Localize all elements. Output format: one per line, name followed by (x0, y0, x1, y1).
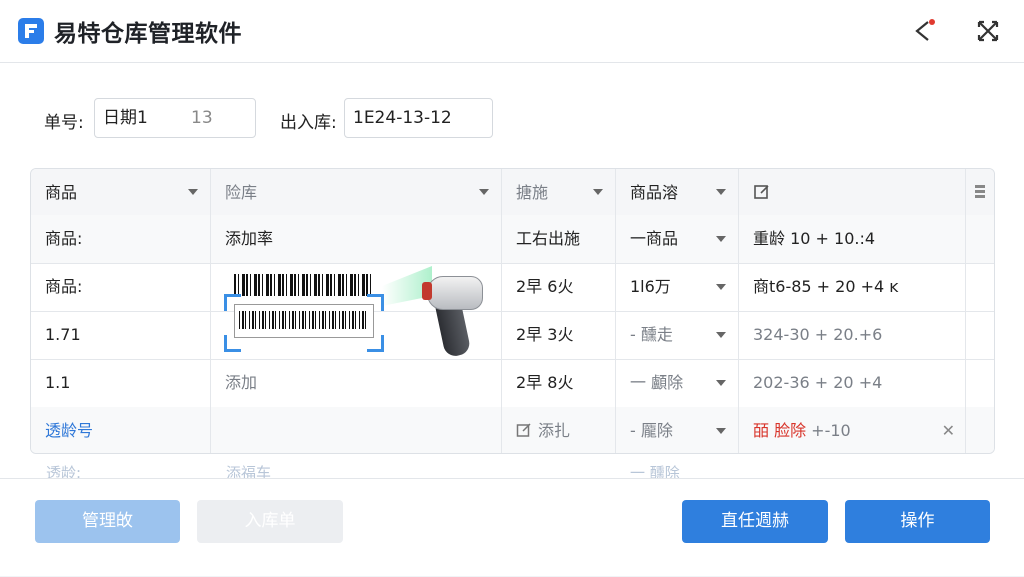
edit-icon (754, 185, 769, 199)
cell-goods-type[interactable]: 1l6万 (616, 263, 739, 311)
cell-empty (966, 215, 994, 263)
cell-goods-type-value: - 龎除 (630, 421, 673, 440)
cell-detail: 202-36 + 20 +4 (739, 359, 966, 407)
order-form: 单号: 日期1 13 出入库: 1E24-13-12 (0, 62, 1024, 162)
cell-measure[interactable]: 添扎 (502, 407, 616, 453)
header-settings[interactable] (966, 169, 994, 215)
inbound-order-button[interactable]: 入库单 (197, 500, 343, 543)
chevron-down-icon (716, 380, 726, 386)
cell-measure: 2早 8火 (502, 359, 616, 407)
cell-goods-type[interactable]: - 龎除 (616, 407, 739, 453)
header-warehouse-label: 险库 (225, 183, 258, 202)
chevron-down-icon (716, 332, 726, 338)
header-measure[interactable]: 搪施 (502, 169, 616, 215)
cell-measure: 2早 6火 (502, 263, 616, 311)
cell-empty (966, 359, 994, 407)
cell-empty (966, 263, 994, 311)
close-icon-svg (977, 20, 999, 42)
barcode-icon (234, 274, 374, 296)
cell-goods-type-value: - 醺走 (630, 325, 673, 344)
cell-empty (966, 407, 994, 453)
app-logo-icon (18, 18, 44, 44)
chevron-down-icon (188, 189, 198, 195)
cell-goods-type-value: 1l6万 (630, 277, 671, 296)
cell-warehouse: 添加率 (211, 215, 502, 263)
header-goods-type[interactable]: 商品溶 (616, 169, 739, 215)
scan-frame (224, 294, 384, 352)
goods-table: 商品 险库 搪施 商品溶 商品: 添加率 工右出施 一商品 重龄 10 + 10… (30, 168, 995, 454)
scanner-gun-icon (427, 276, 483, 310)
header-goods-type-label: 商品溶 (630, 183, 679, 202)
in-out-input[interactable]: 1E24-13-12 (344, 98, 493, 138)
pin-icon[interactable] (908, 16, 938, 46)
cell-measure-value: 添扎 (538, 421, 571, 440)
order-no-input[interactable]: 日期1 13 (94, 98, 256, 138)
cell-link-order[interactable]: 透龄号 (31, 407, 211, 453)
cell-goods: 1.71 (31, 311, 211, 359)
edit-icon (516, 423, 531, 437)
column-settings-icon (975, 185, 985, 198)
chevron-down-icon (716, 236, 726, 242)
cell-goods-type[interactable]: 一商品 (616, 215, 739, 263)
header-edit[interactable] (739, 169, 966, 215)
close-icon[interactable]: ✕ (942, 407, 955, 453)
chevron-down-icon (593, 189, 603, 195)
cell-goods-type-value: 一 顱除 (630, 373, 684, 392)
footer-bar: 管理敀 入库单 直任週赫 操作 (0, 478, 1024, 577)
ghost-row-cell: 透龄: (46, 464, 82, 478)
table-header: 商品 险库 搪施 商品溶 (31, 169, 994, 216)
table-row[interactable]: 商品: 2早 6火 1l6万 商t6-85 + 20 +4 ĸ (31, 263, 994, 312)
chevron-down-icon (479, 189, 489, 195)
cell-goods: 1.1 (31, 359, 211, 407)
action-button[interactable]: 操作 (845, 500, 990, 543)
chevron-down-icon (716, 428, 726, 434)
barcode-scanner-illustration (222, 262, 492, 359)
table-row[interactable]: 1.1 添加 2早 8火 一 顱除 202-36 + 20 +4 (31, 359, 994, 408)
scanner-tip (422, 282, 432, 300)
cell-goods-type[interactable]: 一 顱除 (616, 359, 739, 407)
table-row[interactable]: 商品: 添加率 工右出施 一商品 重龄 10 + 10.:4 (31, 215, 994, 264)
cell-goods: 商品: (31, 215, 211, 263)
chevron-down-icon (716, 284, 726, 290)
cell-detail: 324-30 + 20.+6 (739, 311, 966, 359)
in-out-value: 1E24-13-12 (353, 108, 452, 128)
cell-warehouse: 添加 (211, 359, 502, 407)
cell-goods: 商品: (31, 263, 211, 311)
cell-detail: 重龄 10 + 10.:4 (739, 215, 966, 263)
barcode-input-icon (234, 304, 374, 338)
table-row[interactable]: 1.71 2早 3火 - 醺走 324-30 + 20.+6 (31, 311, 994, 360)
manage-button[interactable]: 管理敀 (35, 500, 180, 543)
cell-goods-type[interactable]: - 醺走 (616, 311, 739, 359)
header-goods-label: 商品 (45, 183, 78, 202)
header-warehouse[interactable]: 险库 (211, 169, 502, 215)
order-no-value: 日期1 (103, 108, 148, 128)
cell-empty (966, 311, 994, 359)
cell-detail: 商t6-85 + 20 +4 ĸ (739, 263, 966, 311)
chevron-down-icon (716, 189, 726, 195)
ghost-row-cell: 一 醺除 (630, 464, 680, 478)
header-goods[interactable]: 商品 (31, 169, 211, 215)
pin-dot (929, 19, 935, 25)
cell-goods-type-value: 一商品 (630, 229, 679, 248)
close-icon[interactable] (973, 16, 1003, 46)
cell-detail: 皕 脸除 +-10 ✕ (739, 407, 966, 453)
header-measure-label: 搪施 (516, 183, 549, 202)
delete-link[interactable]: 皕 脸除 (753, 421, 806, 440)
order-no-suffix: 13 (191, 108, 213, 128)
cell-measure: 工右出施 (502, 215, 616, 263)
window-title: 易特仓库管理软件 (54, 21, 242, 47)
app-window: 易特仓库管理软件 单号: 日期1 13 出入库: 1E24-13-12 商品 险… (0, 0, 1024, 576)
cell-measure: 2早 3火 (502, 311, 616, 359)
title-bar: 易特仓库管理软件 (0, 0, 1024, 63)
ghost-row-cell: 添福车 (226, 464, 272, 478)
order-no-label: 单号: (44, 113, 84, 133)
query-button[interactable]: 直任週赫 (682, 500, 828, 543)
table-row[interactable]: 透龄号 添扎 - 龎除 皕 脸除 +-10 ✕ (31, 407, 994, 453)
cell-warehouse (211, 407, 502, 453)
in-out-label: 出入库: (280, 113, 337, 133)
cell-detail-rest: +-10 (806, 421, 851, 440)
